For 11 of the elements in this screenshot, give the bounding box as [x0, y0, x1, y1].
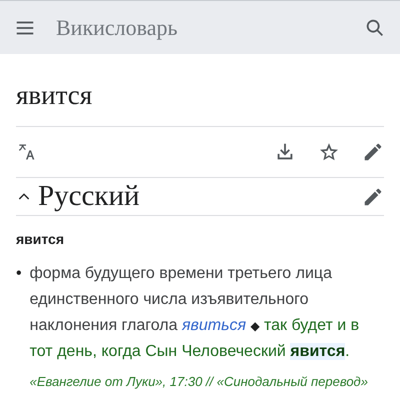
site-title: Викисловарь: [56, 14, 179, 40]
definition-text: форма будущего времени третьего лица единственного числа изъявительного наклонения глагола явиться ◆ так будет и в тот день, когда Сын Человеческий явится.: [30, 264, 360, 362]
edit-icon[interactable]: [362, 141, 384, 163]
bullet-mark: •: [16, 264, 22, 284]
lemma-link[interactable]: явиться: [182, 317, 246, 334]
headword: явится: [16, 231, 66, 247]
page-title: явится: [16, 80, 94, 112]
section-title: Русский: [38, 180, 140, 213]
quote-source: «Евангелие от Луки», 17:30 // «Синодальный перевод»: [30, 373, 369, 391]
star-icon[interactable]: [318, 141, 340, 163]
translate-icon[interactable]: [16, 142, 36, 162]
